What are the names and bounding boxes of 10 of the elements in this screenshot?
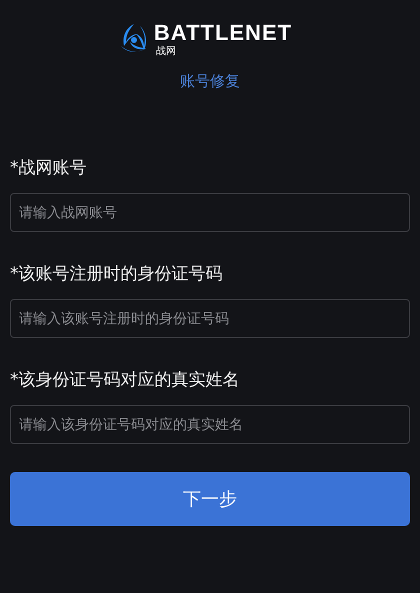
- input-field[interactable]: 请输入战网账号: [10, 193, 410, 232]
- page-title: 账号修复: [179, 72, 241, 91]
- field-label: *战网账号: [10, 157, 88, 179]
- next-button[interactable]: 下一步: [10, 472, 410, 526]
- field-label: *该账号注册时的身份证号码: [10, 263, 224, 285]
- input-field[interactable]: 请输入该身份证号码对应的真实姓名: [10, 405, 410, 444]
- field-label: *该身份证号码对应的真实姓名: [10, 369, 240, 391]
- logo-wordmark: BATTLENET: [154, 20, 292, 46]
- input-field[interactable]: 请输入该账号注册时的身份证号码: [10, 299, 410, 338]
- logo-subtitle: 战网: [156, 46, 177, 58]
